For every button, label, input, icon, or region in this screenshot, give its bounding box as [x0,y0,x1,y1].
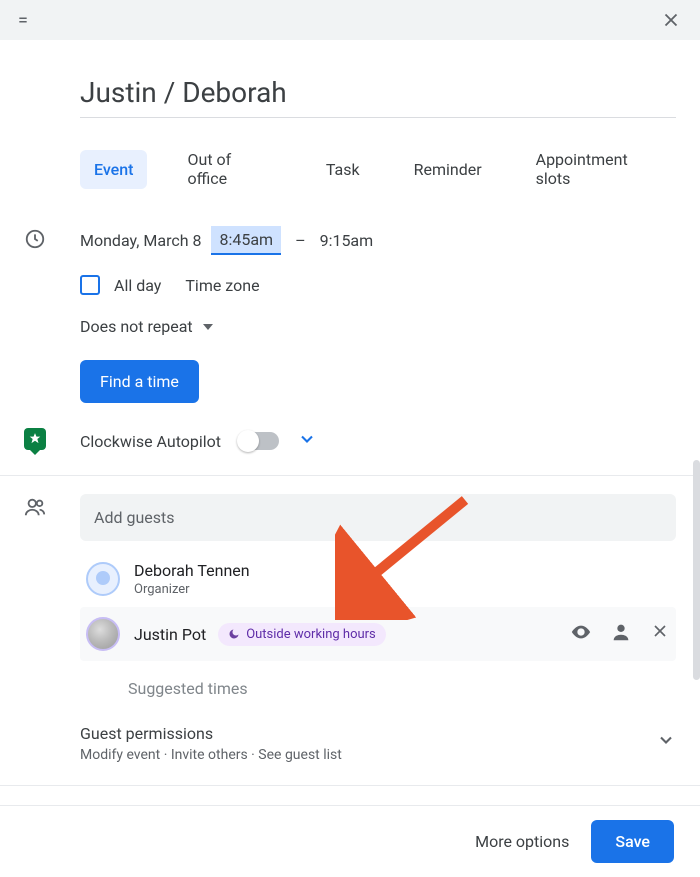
remove-guest-icon[interactable] [650,621,670,647]
visibility-icon[interactable] [570,621,592,647]
guest-role-label: Organizer [134,582,250,597]
badge-text: Outside working hours [246,627,376,642]
start-time-input[interactable]: 8:45am [211,226,281,255]
guest-name: Justin Pot [134,625,206,644]
section-divider [0,475,700,476]
drag-handle-icon[interactable]: = [18,10,29,31]
avatar [86,562,120,596]
avatar [86,617,120,651]
timezone-button[interactable]: Time zone [185,276,259,295]
scrollbar-thumb[interactable] [693,460,700,680]
tab-out-of-office[interactable]: Out of office [173,140,285,198]
guest-row[interactable]: Justin Pot Outside working hours [80,607,676,661]
suggested-times-button[interactable]: Suggested times [128,679,676,698]
tab-task[interactable]: Task [312,150,374,189]
event-date[interactable]: Monday, March 8 [80,231,201,250]
tab-appointment-slots[interactable]: Appointment slots [522,140,676,198]
working-hours-badge: Outside working hours [218,623,386,646]
end-time-input[interactable]: 9:15am [320,231,374,250]
tab-reminder[interactable]: Reminder [400,150,496,189]
people-icon [24,496,46,763]
guest-row-organizer: Deborah Tennen Organizer [80,551,676,607]
section-divider [0,785,700,786]
recurrence-label: Does not repeat [80,317,193,336]
find-a-time-button[interactable]: Find a time [80,360,199,403]
more-options-button[interactable]: More options [475,832,569,851]
clockwise-toggle[interactable] [239,432,279,450]
event-type-tabs: Event Out of office Task Reminder Appoin… [80,140,676,198]
add-guests-input[interactable] [80,494,676,541]
tab-event[interactable]: Event [80,150,147,189]
event-title-input[interactable] [80,72,676,118]
chevron-down-icon[interactable] [297,429,317,453]
recurrence-select[interactable]: Does not repeat [80,317,676,336]
guest-permissions-summary: Modify event · Invite others · See guest… [80,747,342,763]
guest-name: Deborah Tennen [134,561,250,580]
mark-optional-icon[interactable] [610,621,632,647]
caret-down-icon [203,324,213,330]
clockwise-icon [24,428,46,450]
clockwise-label: Clockwise Autopilot [80,432,221,451]
footer-actions: More options Save [0,805,700,877]
time-separator: – [291,231,310,250]
window-titlebar: = [0,0,700,40]
all-day-label: All day [114,276,161,295]
clock-icon [24,228,46,403]
save-button[interactable]: Save [591,820,674,863]
guest-permissions-label: Guest permissions [80,724,342,743]
chevron-down-icon[interactable] [656,724,676,754]
all-day-checkbox[interactable] [80,275,100,295]
close-icon[interactable] [660,9,682,31]
